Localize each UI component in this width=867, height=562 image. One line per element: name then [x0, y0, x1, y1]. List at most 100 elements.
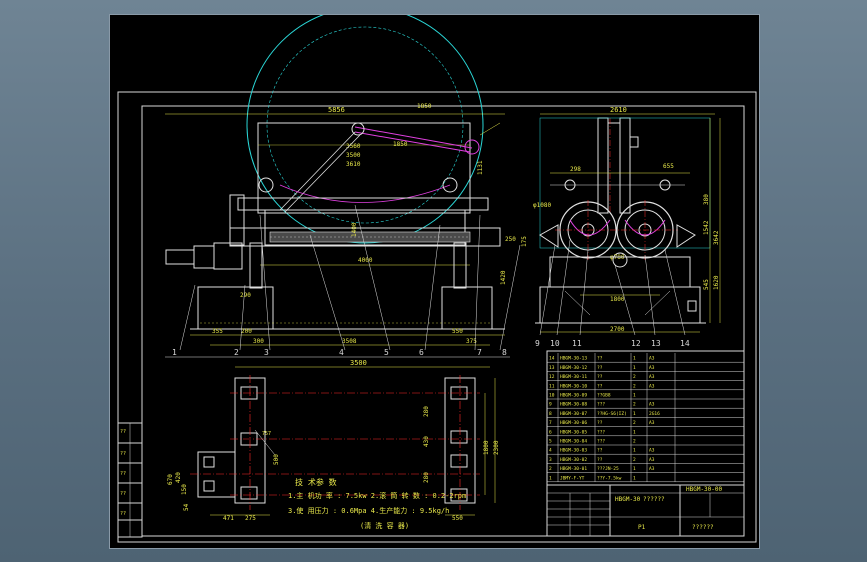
side-dim-298: 298: [570, 166, 581, 173]
side-dim-1542: 1542: [703, 220, 710, 235]
front-dim-vertical: 1400: [351, 222, 358, 237]
side-dim-655: 655: [663, 163, 674, 170]
right-foundation: [441, 286, 493, 330]
bom-cell: JBMY-F-YT: [560, 475, 585, 481]
trough: [237, 197, 489, 211]
bom-cell: 2: [549, 466, 552, 472]
front-dim-bot1: 355: [212, 328, 223, 335]
bom-cell: HBGM-30-05: [560, 429, 587, 435]
tech-notes-title: 技 术参 数: [295, 477, 337, 487]
callout-11: 11: [572, 339, 582, 348]
plan-dim-420: 420: [175, 472, 182, 483]
bom-cell: HBGM-30-02: [560, 457, 587, 463]
bom-cell: 1: [633, 429, 636, 435]
bom-cell: 2: [633, 383, 636, 389]
bom-cell: A3: [649, 356, 655, 362]
bom-cell: ???: [597, 402, 605, 408]
bom-cell: HBGM-30-04: [560, 439, 587, 445]
bom-cell: 9: [549, 402, 552, 408]
bom-cell: 2: [633, 374, 636, 380]
callout-14: 14: [680, 339, 690, 348]
plan-dim-670: 670: [167, 474, 174, 485]
bom-cell: 10: [549, 393, 555, 399]
bom-cell: HBGM-30-06: [560, 420, 587, 426]
side-dim-380: 380: [703, 194, 710, 205]
bom-cell: 1: [633, 448, 636, 454]
bom-cell: 5: [549, 439, 552, 445]
side-dim-175: 175: [521, 236, 528, 247]
stamp-4: ??: [120, 511, 126, 517]
bom-cell: 7: [549, 420, 552, 426]
bom-cell: HBGM-30-10: [560, 383, 587, 389]
bom-cell: HBGM-30-12: [560, 365, 587, 371]
bom-cell: 2: [633, 439, 636, 445]
cad-viewport[interactable]: 5856 1850 3560 3500 3610 1850 1131 4000 …: [109, 14, 760, 549]
front-dim-height-right: 1131: [477, 160, 484, 175]
bom-cell: ??: [597, 448, 603, 454]
side-dim-3642: 3642: [713, 230, 720, 245]
callout-8: 8: [502, 348, 507, 357]
bom-cell: 12: [549, 374, 555, 380]
left-stamp: ?? ?? ?? ?? ??: [117, 422, 143, 538]
bom-cell: HBGM-30-09: [560, 393, 587, 399]
cad-drawing[interactable]: 5856 1850 3560 3500 3610 1850 1131 4000 …: [110, 15, 761, 550]
bom-cell: HBGM-30-13: [560, 356, 587, 362]
bom-cell: 1: [633, 356, 636, 362]
bom-cell: A3: [649, 374, 655, 380]
plan-view: 3500 757 500 280 430 280 1800 2300 670 4…: [167, 359, 500, 530]
bom-cell: HBGM-30-08: [560, 402, 587, 408]
bom-cell: 2: [633, 420, 636, 426]
front-dim-bot5: 550: [452, 328, 463, 335]
bom-cell: A3: [649, 420, 655, 426]
plan-dim-1800: 1800: [483, 440, 490, 455]
bom-cell: ??: [597, 365, 603, 371]
bom-cell: 1: [633, 365, 636, 371]
bom-cell: ???: [597, 439, 605, 445]
bom-cell: HBGM-30-07: [560, 411, 587, 417]
callout-9: 9: [535, 339, 540, 348]
bom-cell: 6: [549, 429, 552, 435]
callout-13: 13: [651, 339, 661, 348]
callout-7: 7: [477, 348, 482, 357]
bom-cell: 2: [633, 457, 636, 463]
bom-cell: HBGM-30-11: [560, 374, 587, 380]
bom-cell: A3: [649, 466, 655, 472]
side-dim-1620: 1620: [713, 275, 720, 290]
title-designer: ??????: [692, 524, 714, 531]
bom-cell: ???JN-25: [597, 466, 619, 472]
bom-cell: 1: [549, 475, 552, 481]
plan-dim-500: 500: [273, 454, 280, 465]
plan-dim-54: 54: [183, 503, 190, 511]
plan-dim-280: 280: [423, 406, 430, 417]
front-dim-length: 4000: [358, 257, 373, 264]
plan-dim-550: 550: [452, 515, 463, 522]
bom-cell: 3: [549, 457, 552, 463]
stamp-3: ??: [120, 491, 126, 497]
outer-frame: [117, 91, 757, 543]
front-dim-bot4: 3508: [342, 338, 357, 345]
bom-cell: A3: [649, 402, 655, 408]
bom-cell: 1: [633, 393, 636, 399]
plan-dim-275: 275: [245, 515, 256, 522]
bom-cell: ??: [597, 383, 603, 389]
plan-dim-280b: 280: [423, 472, 430, 483]
title-sheet: P1: [638, 524, 646, 531]
side-dim-phi1: φ1080: [533, 202, 551, 209]
bom-cell: A3: [649, 365, 655, 371]
callout-12: 12: [631, 339, 641, 348]
callout-2: 2: [234, 348, 239, 357]
bom-cell: HBGM-30-03: [560, 448, 587, 454]
callout-10: 10: [550, 339, 560, 348]
bom-table[interactable]: 14 HBGM-30-13?? 1 A313 HBGM-30-12?? 1 A312 HBGM…: [546, 350, 745, 537]
bom-cell: 11: [549, 383, 555, 389]
title-subtitle: ??????: [643, 496, 665, 503]
front-dim-bot7: 250: [505, 236, 516, 243]
bom-cell: 14: [549, 356, 555, 362]
side-dim-1800: 1800: [610, 296, 625, 303]
plan-dim-150: 150: [181, 484, 188, 495]
plan-dim-471: 471: [223, 515, 234, 522]
tech-notes-line2: 3.使 用压力 : 0.6Mpa 4.生产能力 : 9.5kg/h: [288, 506, 449, 515]
title-drawing-name: HBGM-30: [615, 496, 641, 503]
callout-3: 3: [264, 348, 269, 357]
front-dim-inner2: 3500: [346, 152, 361, 159]
